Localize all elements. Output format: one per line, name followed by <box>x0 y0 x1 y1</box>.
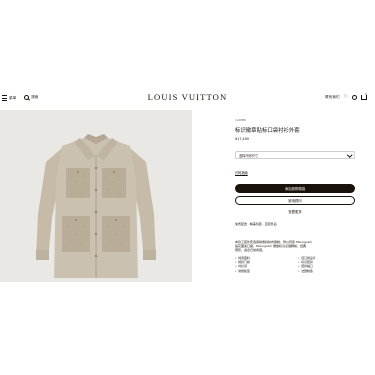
product-title: 标识徽章贴标口袋衬衫外套 <box>235 128 300 134</box>
shopping-bag-icon[interactable]: 1 <box>361 92 367 100</box>
chevron-down-icon <box>346 151 352 157</box>
product-price: ¥17,400 <box>235 137 250 141</box>
bag-count-badge: 1 <box>365 92 367 97</box>
brand-logo[interactable]: LOUIS VUITTON <box>0 92 375 102</box>
product-reference: 1A8IBD <box>235 118 247 122</box>
size-placeholder: 选择尺码尺寸 <box>239 153 259 158</box>
size-guide-link[interactable]: 尺码指南 <box>235 170 248 175</box>
product-image <box>36 134 156 278</box>
feature-list: • 棉质面料 • 四口袋设计 • 按扣门襟 • 标识纽扣 • 衬衫领 • 纽扣袖口 • 常规版… <box>235 256 355 274</box>
wishlist-icon[interactable]: ♡ <box>344 95 348 100</box>
more-button[interactable]: 查看更多 <box>235 207 355 216</box>
account-icon[interactable] <box>352 95 357 100</box>
contact-advisor-label: 致电顾问 <box>288 199 302 203</box>
contact-advisor-button[interactable]: 致电顾问 <box>235 196 355 205</box>
size-selector[interactable]: 选择尺码尺寸 <box>235 151 355 159</box>
add-to-cart-label: 添加到购物袋 <box>284 187 306 191</box>
product-description: 本款工装外套选用棉质斜纹布裁制，饰以同色 Monogram 提花图案口袋，Mon… <box>235 240 355 253</box>
feature-item: • 法国制造 <box>298 268 313 273</box>
more-label: 查看更多 <box>288 210 302 214</box>
description-line: 廓形，适合日常叠搭。 <box>235 248 266 253</box>
product-image-gallery[interactable] <box>0 110 192 282</box>
delivery-note: 免费配送 · 精美包装 · 直营售后 <box>235 222 277 226</box>
feature-item: • 常规版型 <box>235 268 250 273</box>
contact-link[interactable]: 联系我们 <box>325 95 339 100</box>
product-info-panel: 1A8IBD 标识徽章贴标口袋衬衫外套 ¥17,400 选择尺码尺寸 尺码指南 … <box>235 118 355 274</box>
add-to-cart-button[interactable]: 添加到购物袋 <box>235 184 355 193</box>
site-header: 菜单 搜索 LOUIS VUITTON 联系我们 ♡ 1 <box>0 88 375 110</box>
